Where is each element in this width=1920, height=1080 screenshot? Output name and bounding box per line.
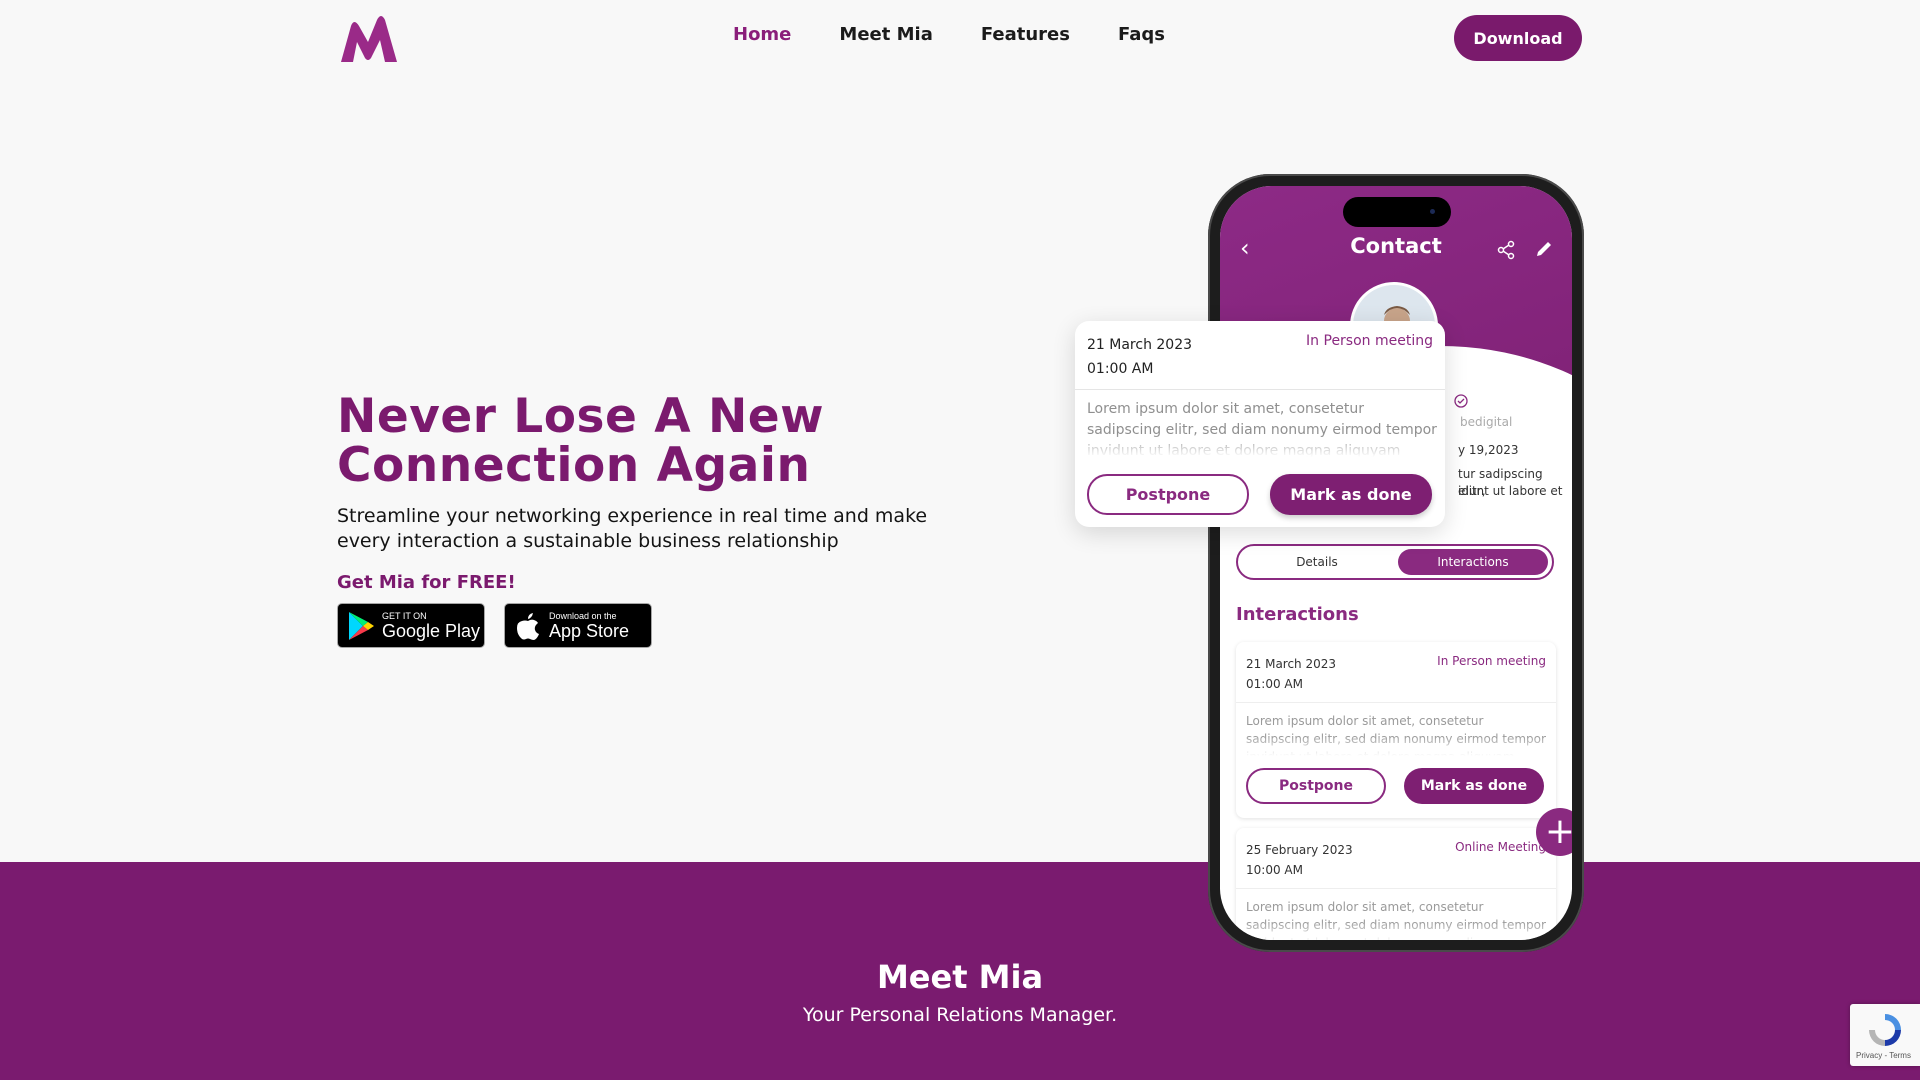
- download-button[interactable]: Download: [1454, 15, 1582, 61]
- popup-datetime: 21 March 2023 01:00 AM: [1087, 333, 1192, 381]
- card-date: 21 March 2023: [1246, 657, 1337, 671]
- card-datetime: 21 March 2023 01:00 AM: [1246, 654, 1336, 694]
- partial-body-2: idunt ut labore et: [1458, 484, 1563, 498]
- card-time: 01:00 AM: [1246, 677, 1303, 691]
- share-icon[interactable]: [1496, 240, 1516, 260]
- nav-features[interactable]: Features: [981, 24, 1070, 45]
- card-body: Lorem ipsum dolor sit amet, consetetur s…: [1246, 900, 1546, 940]
- card-date: 25 February 2023: [1246, 843, 1353, 857]
- interaction-card: 21 March 2023 01:00 AM In Person meeting…: [1236, 642, 1556, 818]
- divider: [1236, 888, 1556, 889]
- recaptcha-badge[interactable]: Privacy - Terms: [1850, 1004, 1920, 1066]
- mark-as-done-button[interactable]: Mark as done: [1404, 768, 1544, 804]
- nav-home[interactable]: Home: [733, 24, 791, 45]
- popup-postpone-button[interactable]: Postpone: [1087, 474, 1249, 515]
- phone-mockup: ‹ Contact bedigital y 19,2023 tur sadips…: [1208, 174, 1584, 952]
- dynamic-island: [1343, 197, 1451, 227]
- tab-interactions[interactable]: Interactions: [1398, 549, 1548, 575]
- partial-date: y 19,2023: [1458, 443, 1519, 457]
- mia-logo[interactable]: [337, 12, 399, 64]
- google-play-text: GET IT ON Google Play: [382, 611, 480, 641]
- card-meeting-type: In Person meeting: [1437, 654, 1546, 668]
- partial-handle: bedigital: [1460, 415, 1513, 429]
- google-play-small: GET IT ON: [382, 610, 427, 621]
- phone-screen: ‹ Contact bedigital y 19,2023 tur sadips…: [1220, 186, 1572, 940]
- google-play-badge[interactable]: GET IT ON Google Play: [337, 603, 485, 648]
- app-store-text: Download on the App Store: [549, 611, 629, 641]
- card-datetime: 25 February 2023 10:00 AM: [1246, 840, 1353, 880]
- app-store-badge[interactable]: Download on the App Store: [504, 603, 652, 648]
- apple-icon: [511, 609, 545, 643]
- hero-title: Never Lose A New Connection Again: [337, 389, 825, 493]
- interaction-popup-card: 21 March 2023 01:00 AM In Person meeting…: [1075, 321, 1445, 527]
- card-body: Lorem ipsum dolor sit amet, consetetur s…: [1246, 714, 1546, 756]
- postpone-button[interactable]: Postpone: [1246, 768, 1386, 804]
- popup-date: 21 March 2023: [1087, 337, 1193, 353]
- top-nav: Home Meet Mia Features Faqs Download: [0, 0, 1920, 74]
- interactions-heading: Interactions: [1236, 604, 1359, 625]
- google-play-big: Google Play: [382, 620, 481, 641]
- app-store-big: App Store: [549, 620, 630, 641]
- card-time: 10:00 AM: [1246, 863, 1303, 877]
- meet-mia-title: Meet Mia: [876, 958, 1044, 996]
- recaptcha-icon: [1869, 1014, 1901, 1046]
- nav-meet-mia[interactable]: Meet Mia: [839, 24, 932, 45]
- verified-check-icon: [1454, 394, 1468, 408]
- nav-links: Home Meet Mia Features Faqs: [733, 24, 1165, 45]
- edit-pencil-icon[interactable]: [1534, 239, 1554, 259]
- meet-mia-subtitle: Your Personal Relations Manager.: [802, 1004, 1118, 1026]
- hero-subtitle: Streamline your networking experience in…: [337, 505, 928, 552]
- interaction-card: 25 February 2023 10:00 AM Online Meeting…: [1236, 828, 1556, 940]
- recaptcha-links[interactable]: Privacy - Terms: [1856, 1051, 1911, 1060]
- google-play-icon: [344, 609, 378, 643]
- divider: [1075, 389, 1445, 390]
- screen-title: Contact: [1350, 234, 1442, 258]
- popup-time: 01:00 AM: [1087, 361, 1154, 377]
- divider: [1236, 702, 1556, 703]
- tab-details[interactable]: Details: [1242, 549, 1392, 575]
- card-meeting-type: Online Meeting: [1455, 840, 1546, 854]
- popup-meeting-type: In Person meeting: [1306, 333, 1433, 349]
- popup-body: Lorem ipsum dolor sit amet, consetetur s…: [1087, 401, 1437, 457]
- free-label: Get Mia for FREE!: [337, 572, 516, 593]
- app-store-small: Download on the: [549, 610, 617, 621]
- popup-mark-as-done-button[interactable]: Mark as done: [1270, 474, 1432, 515]
- segmented-tabs: Details Interactions: [1236, 544, 1554, 580]
- nav-faqs[interactable]: Faqs: [1118, 24, 1165, 45]
